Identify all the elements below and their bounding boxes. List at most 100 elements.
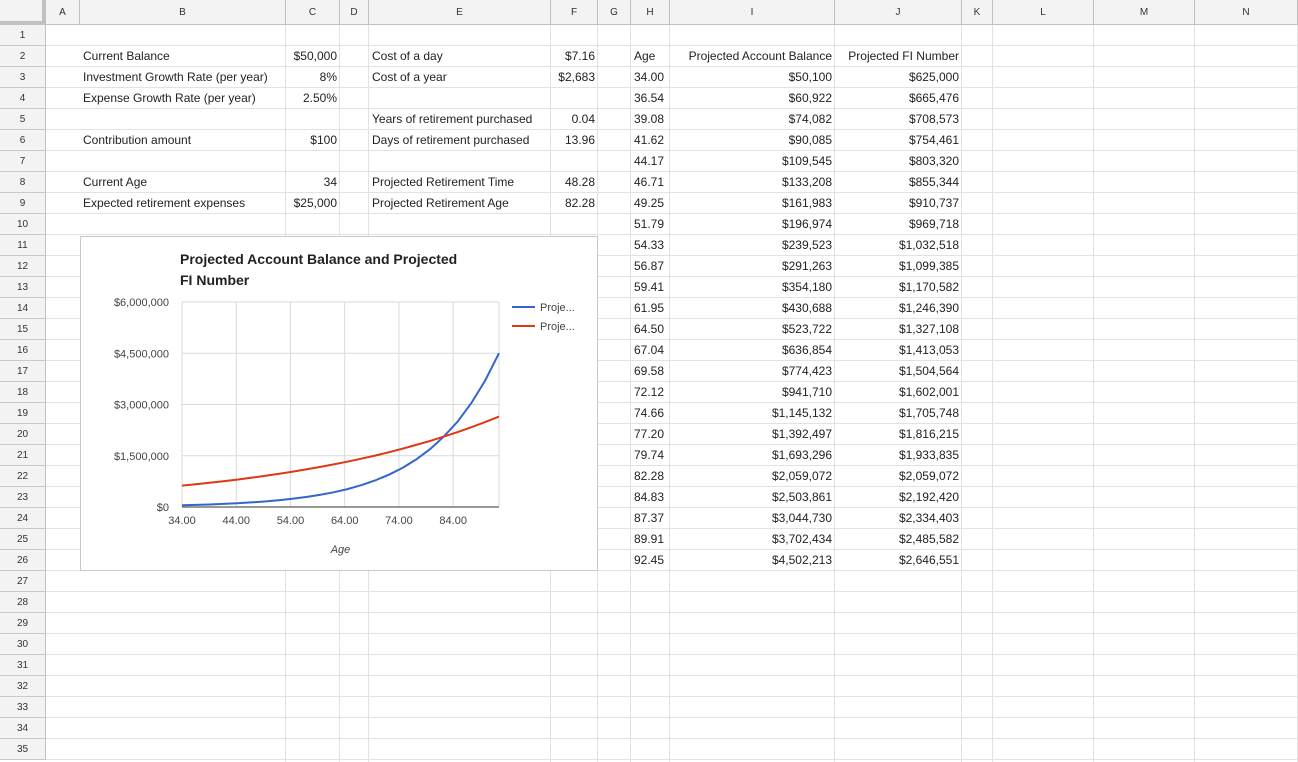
row-header-10[interactable]: 10 — [0, 214, 46, 235]
table-cell[interactable]: $1,099,385 — [835, 256, 962, 277]
table-cell[interactable]: $2,334,403 — [835, 508, 962, 529]
row-header-13[interactable]: 13 — [0, 277, 46, 298]
table-cell[interactable]: 69.58 — [631, 361, 670, 382]
calc-label-cell[interactable]: Cost of a day — [369, 46, 551, 67]
input-value-cell[interactable]: $100 — [286, 130, 340, 151]
table-cell[interactable]: $1,413,053 — [835, 340, 962, 361]
table-cell[interactable]: 41.62 — [631, 130, 670, 151]
input-label-cell[interactable]: Contribution amount — [80, 130, 286, 151]
table-cell[interactable]: $1,504,564 — [835, 361, 962, 382]
calc-value-cell[interactable]: 0.04 — [551, 109, 598, 130]
row-header-9[interactable]: 9 — [0, 193, 46, 214]
calc-label-cell[interactable]: Years of retirement purchased — [369, 109, 551, 130]
row-header-1[interactable]: 1 — [0, 25, 46, 46]
row-header-6[interactable]: 6 — [0, 130, 46, 151]
row-header-27[interactable]: 27 — [0, 571, 46, 592]
table-cell[interactable]: $803,320 — [835, 151, 962, 172]
table-cell[interactable]: $50,100 — [670, 67, 835, 88]
row-header-19[interactable]: 19 — [0, 403, 46, 424]
row-header-32[interactable]: 32 — [0, 676, 46, 697]
table-cell[interactable]: 87.37 — [631, 508, 670, 529]
table-cell[interactable]: $708,573 — [835, 109, 962, 130]
row-header-29[interactable]: 29 — [0, 613, 46, 634]
table-cell[interactable]: $1,816,215 — [835, 424, 962, 445]
table-header-cell[interactable]: Projected Account Balance — [670, 46, 835, 67]
table-cell[interactable]: $2,059,072 — [835, 466, 962, 487]
table-cell[interactable]: $855,344 — [835, 172, 962, 193]
column-header-l[interactable]: L — [993, 0, 1094, 25]
row-header-5[interactable]: 5 — [0, 109, 46, 130]
table-cell[interactable]: $1,933,835 — [835, 445, 962, 466]
calc-label-cell[interactable]: Days of retirement purchased — [369, 130, 551, 151]
row-header-17[interactable]: 17 — [0, 361, 46, 382]
table-header-cell[interactable]: Age — [631, 46, 670, 67]
column-header-k[interactable]: K — [962, 0, 993, 25]
table-cell[interactable]: 74.66 — [631, 403, 670, 424]
row-header-20[interactable]: 20 — [0, 424, 46, 445]
table-cell[interactable]: $665,476 — [835, 88, 962, 109]
input-value-cell[interactable]: 2.50% — [286, 88, 340, 109]
input-label-cell[interactable]: Investment Growth Rate (per year) — [80, 67, 286, 88]
input-label-cell[interactable]: Expense Growth Rate (per year) — [80, 88, 286, 109]
calc-value-cell[interactable]: 48.28 — [551, 172, 598, 193]
calc-label-cell[interactable]: Projected Retirement Time — [369, 172, 551, 193]
table-cell[interactable]: 64.50 — [631, 319, 670, 340]
input-value-cell[interactable]: $50,000 — [286, 46, 340, 67]
table-cell[interactable]: $239,523 — [670, 235, 835, 256]
input-label-cell[interactable]: Current Balance — [80, 46, 286, 67]
table-cell[interactable]: $1,602,001 — [835, 382, 962, 403]
table-cell[interactable]: $430,688 — [670, 298, 835, 319]
table-cell[interactable]: $133,208 — [670, 172, 835, 193]
column-header-i[interactable]: I — [670, 0, 835, 25]
table-cell[interactable]: $625,000 — [835, 67, 962, 88]
table-cell[interactable]: 92.45 — [631, 550, 670, 571]
table-cell[interactable]: $196,974 — [670, 214, 835, 235]
input-value-cell[interactable]: $25,000 — [286, 193, 340, 214]
column-header-n[interactable]: N — [1195, 0, 1298, 25]
column-header-b[interactable]: B — [80, 0, 286, 25]
table-cell[interactable]: 51.79 — [631, 214, 670, 235]
table-cell[interactable]: 82.28 — [631, 466, 670, 487]
table-cell[interactable]: $291,263 — [670, 256, 835, 277]
table-cell[interactable]: 61.95 — [631, 298, 670, 319]
row-header-21[interactable]: 21 — [0, 445, 46, 466]
table-cell[interactable]: $774,423 — [670, 361, 835, 382]
row-header-34[interactable]: 34 — [0, 718, 46, 739]
calc-label-cell[interactable]: Projected Retirement Age — [369, 193, 551, 214]
calc-value-cell[interactable]: 13.96 — [551, 130, 598, 151]
table-cell[interactable]: 67.04 — [631, 340, 670, 361]
column-header-c[interactable]: C — [286, 0, 340, 25]
column-header-f[interactable]: F — [551, 0, 598, 25]
column-header-h[interactable]: H — [631, 0, 670, 25]
column-header-j[interactable]: J — [835, 0, 962, 25]
input-value-cell[interactable]: 34 — [286, 172, 340, 193]
table-cell[interactable]: 77.20 — [631, 424, 670, 445]
row-header-18[interactable]: 18 — [0, 382, 46, 403]
row-header-25[interactable]: 25 — [0, 529, 46, 550]
row-header-28[interactable]: 28 — [0, 592, 46, 613]
table-cell[interactable]: $1,693,296 — [670, 445, 835, 466]
row-header-35[interactable]: 35 — [0, 739, 46, 760]
table-cell[interactable]: 89.91 — [631, 529, 670, 550]
table-cell[interactable]: $4,502,213 — [670, 550, 835, 571]
column-header-m[interactable]: M — [1094, 0, 1195, 25]
spreadsheet-grid[interactable]: ABCDEFGHIJKLMN 1 2 3 4 5 6 7 8 9 10 11 12 13 14 15 16 17… — [0, 0, 1298, 762]
table-cell[interactable]: $354,180 — [670, 277, 835, 298]
column-header-e[interactable]: E — [369, 0, 551, 25]
row-header-22[interactable]: 22 — [0, 466, 46, 487]
table-cell[interactable]: $1,246,390 — [835, 298, 962, 319]
table-cell[interactable]: $2,192,420 — [835, 487, 962, 508]
select-all-corner[interactable] — [0, 0, 46, 25]
calc-value-cell[interactable]: $7.16 — [551, 46, 598, 67]
calc-value-cell[interactable]: 82.28 — [551, 193, 598, 214]
table-cell[interactable]: $161,983 — [670, 193, 835, 214]
table-cell[interactable]: $1,705,748 — [835, 403, 962, 424]
table-cell[interactable]: $2,646,551 — [835, 550, 962, 571]
table-cell[interactable]: 34.00 — [631, 67, 670, 88]
row-header-23[interactable]: 23 — [0, 487, 46, 508]
table-cell[interactable]: $3,702,434 — [670, 529, 835, 550]
input-label-cell[interactable]: Current Age — [80, 172, 286, 193]
row-header-7[interactable]: 7 — [0, 151, 46, 172]
table-cell[interactable]: 79.74 — [631, 445, 670, 466]
calc-label-cell[interactable]: Cost of a year — [369, 67, 551, 88]
